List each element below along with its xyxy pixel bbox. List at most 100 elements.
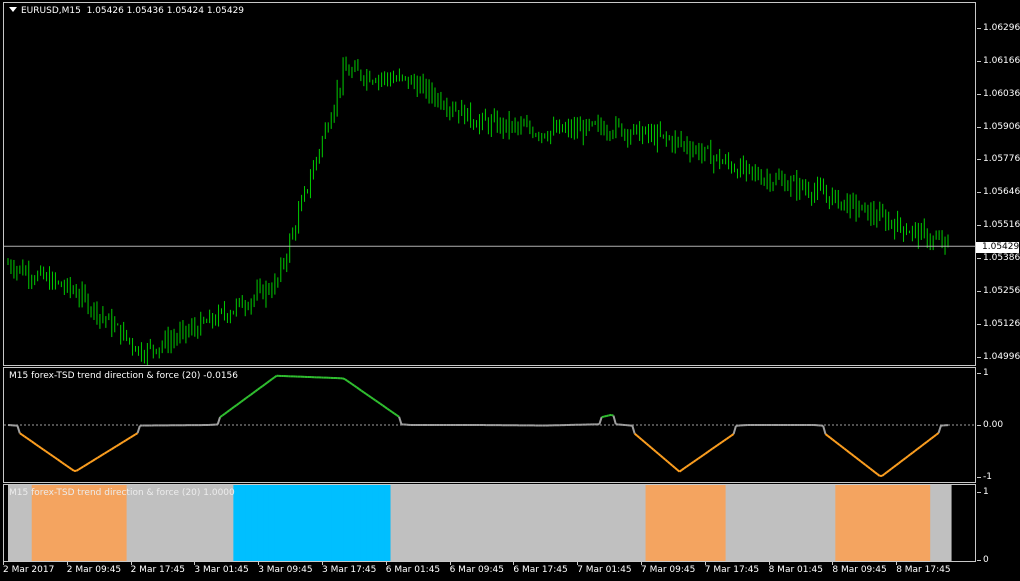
indicator1-segment — [643, 440, 648, 445]
indicator1-segment — [827, 435, 831, 439]
indicator1-segment — [857, 458, 862, 463]
price-candles — [4, 56, 975, 365]
indicator1-segment — [219, 414, 223, 419]
indicator1-segment — [926, 439, 930, 443]
indicator1-segment — [648, 444, 652, 449]
indicator1-segment — [916, 446, 921, 450]
indicator1-segment — [71, 468, 75, 472]
indicator1-segment — [134, 432, 139, 436]
indicator1-segment — [707, 449, 711, 453]
price-chart-pane[interactable]: EURUSD,M15 1.05426 1.05436 1.05424 1.054… — [3, 2, 976, 366]
indicator1-segment — [108, 448, 113, 452]
indicator1-segment — [113, 445, 117, 449]
time-tick-label: 2 Mar 09:45 — [66, 562, 122, 575]
indicator1-tick-label: 0.00 — [976, 420, 1004, 430]
indicator1-segment — [356, 386, 360, 390]
indicator2-tick-label: 0 — [977, 555, 989, 565]
price-tick-label: 1.05386 — [976, 253, 1020, 264]
time-tick-label: 8 Mar 17:45 — [896, 562, 951, 575]
indicator1-segment — [850, 453, 855, 457]
indicator1-segment — [612, 415, 617, 425]
indicator1-segment — [89, 459, 94, 464]
indicator1-segment — [398, 416, 403, 425]
indicator1-segment — [601, 415, 605, 419]
indicator1-segment — [606, 414, 609, 417]
indicator1-segment — [685, 464, 690, 468]
indicator1-segment — [254, 388, 259, 393]
time-axis: 2 Mar 2017 2 Mar 09:45 2 Mar 17:45 3 Mar 01… — [0, 562, 976, 581]
price-tick-label: 1.05516 — [976, 220, 1020, 231]
indicator1-segment — [344, 378, 348, 382]
indicator1-segment — [59, 460, 63, 464]
indicator1-segment — [674, 466, 678, 471]
indicator1-segment — [94, 456, 99, 461]
indicator1-segment — [900, 459, 904, 463]
indicator1-segment — [365, 393, 370, 397]
indicator1-segment — [261, 383, 266, 387]
indicator1-segment — [92, 458, 96, 462]
indicator1-segment — [85, 462, 89, 466]
indicator1-segment — [26, 437, 30, 441]
indicator1-segment — [104, 451, 108, 455]
indicator1-segment — [683, 465, 688, 470]
indicator2-tick-label: 1 — [977, 487, 989, 497]
indicator2-pane[interactable]: M15 forex-TSD trend direction & force (2… — [3, 484, 976, 562]
indicator1-pane[interactable]: M15 forex-TSD trend direction & force (2… — [3, 367, 976, 483]
indicator1-segment — [824, 433, 829, 437]
indicator1-segment — [688, 462, 692, 466]
indicator1-segment — [822, 425, 827, 435]
indicator1-segment — [700, 454, 704, 458]
time-tick-label: 6 Mar 09:45 — [449, 562, 504, 575]
price-axis: 1.05429 1.06296 1.06166 1.06036 1.05906 1.05… — [976, 2, 1020, 366]
time-tick-label: 3 Mar 17:45 — [322, 562, 377, 575]
indicator1-segment — [273, 374, 278, 379]
indicator1-segment — [393, 412, 398, 417]
indicator1-segment — [869, 467, 874, 472]
indicator1-segment — [363, 391, 367, 395]
indicator1-segment — [250, 392, 254, 396]
indicator1-segment — [30, 440, 35, 444]
indicator1-segment — [389, 409, 393, 413]
indicator1-segment — [928, 437, 933, 441]
price-tick-label: 1.04996 — [976, 351, 1020, 362]
price-tick-label: 1.05256 — [976, 286, 1020, 297]
indicator1-segment — [608, 413, 612, 417]
indicator1-tick-label: 1 — [977, 368, 989, 379]
indicator1-segment — [240, 399, 245, 403]
price-tick-label: 1.05126 — [976, 318, 1020, 329]
indicator1-segment — [872, 469, 876, 474]
indicator1-segment — [342, 377, 346, 381]
indicator1-segment — [930, 435, 935, 440]
indicator1-segment — [23, 435, 28, 439]
indicator1-segment — [730, 433, 735, 437]
indicator1-segment — [33, 442, 37, 446]
indicator1-segment — [379, 402, 384, 407]
indicator1-segment — [692, 459, 697, 463]
indicator1-segment — [667, 460, 671, 465]
indicator1-segment — [732, 425, 737, 435]
indicator1-segment — [226, 409, 231, 413]
indicator1-segment — [21, 433, 26, 438]
indicator1-segment — [716, 442, 721, 447]
indicator1-segment — [16, 425, 21, 434]
indicator1-segment — [231, 406, 235, 410]
indicator1-segment — [377, 401, 381, 405]
indicator1-segment — [834, 440, 838, 444]
indicator1-segment — [45, 450, 49, 454]
indicator1-segment — [68, 466, 73, 471]
indicator1-segment — [636, 434, 641, 439]
indicator1-segment — [904, 455, 909, 459]
indicator1-segment — [662, 456, 666, 461]
indicator1-segment — [874, 471, 878, 475]
indicator1-segment — [264, 381, 268, 386]
indicator1-segment — [118, 442, 122, 446]
dropdown-triangle-icon[interactable] — [9, 7, 17, 12]
indicator1-segment — [669, 462, 674, 467]
indicator1-segment — [671, 464, 676, 469]
indicator1-segment — [912, 450, 916, 454]
indicator1-segment — [120, 440, 124, 445]
indicator1-segment — [370, 396, 374, 400]
indicator1-segment — [921, 442, 926, 447]
indicator1-segment — [257, 387, 261, 391]
indicator1-segment — [933, 433, 937, 438]
